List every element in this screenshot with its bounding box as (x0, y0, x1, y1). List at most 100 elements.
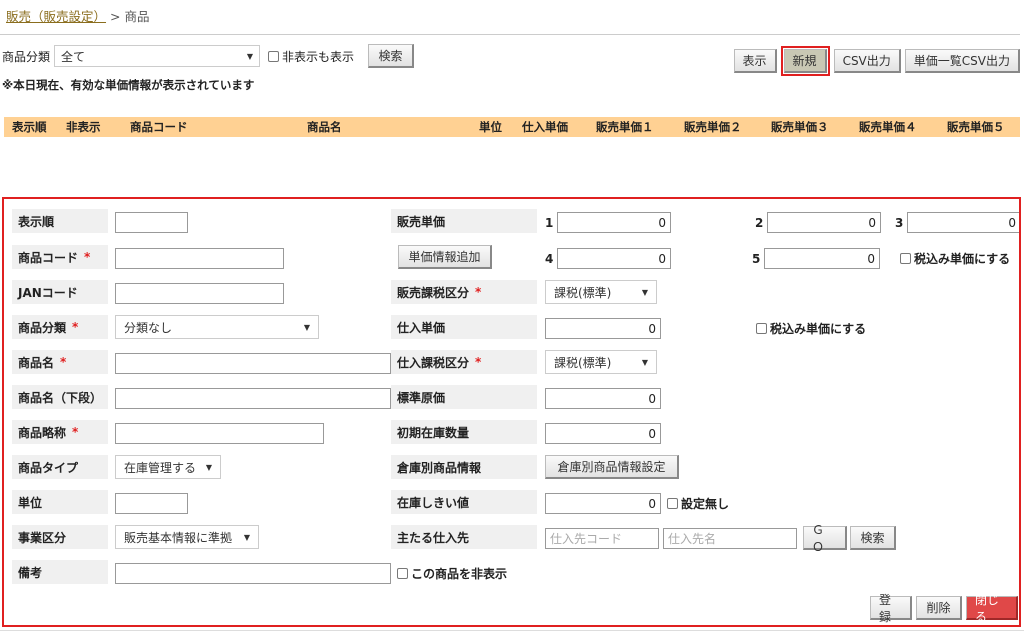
tax-in-purchase-checkbox[interactable]: 税込み単価にする (756, 318, 866, 339)
code-input[interactable] (115, 248, 284, 269)
chevron-down-icon: ▼ (205, 462, 212, 472)
delete-button[interactable]: 削除 (916, 596, 962, 620)
breadcrumb-current: 商品 (124, 9, 150, 24)
show-hidden-checkbox[interactable]: 非表示も表示 (268, 48, 354, 65)
supplier-search-button[interactable]: 検索 (850, 526, 896, 550)
unit-price-csv-button[interactable]: 単価一覧CSV出力 (904, 49, 1020, 73)
label-name: 商品名 * (12, 350, 108, 374)
label-memo: 備考 (12, 560, 108, 584)
table-header: 表示順 非表示 商品コード 商品名 単位 仕入単価 販売単価１ 販売単価２ 販売… (4, 117, 1020, 137)
label-name-sub: 商品名（下段） (12, 385, 108, 409)
breadcrumb: 販売（販売設定） > 商品 (6, 6, 149, 25)
stock-threshold-input[interactable]: 0 (545, 493, 661, 514)
category-filter-value: 全て (61, 49, 86, 64)
price-num-1: 1 (545, 215, 554, 230)
filter-bar: 商品分類 全て ▼ 非表示も表示 検索 (2, 44, 415, 68)
col-sale-price-3[interactable]: 販売単価３ (771, 119, 829, 135)
supplier-name-input[interactable]: 仕入先名 (663, 528, 797, 549)
std-cost-input[interactable]: 0 (545, 388, 661, 409)
category-select[interactable]: 分類なし ▼ (115, 315, 319, 339)
label-purchase-tax: 仕入課税区分 * (391, 350, 537, 374)
name-sub-input[interactable] (115, 388, 391, 409)
register-button[interactable]: 登録 (870, 593, 912, 624)
col-sale-price-5[interactable]: 販売単価５ (947, 119, 1005, 135)
label-division: 事業区分 (12, 525, 108, 549)
no-threshold-checkbox[interactable]: 設定無し (667, 493, 729, 514)
checkbox-icon (397, 568, 408, 579)
purchase-tax-select[interactable]: 課税(標準) ▼ (545, 350, 657, 374)
sale-price-2-input[interactable]: 0 (767, 212, 881, 233)
label-unit: 単位 (12, 490, 108, 514)
supplier-code-input[interactable]: 仕入先コード (545, 528, 659, 549)
breadcrumb-separator: > (106, 9, 125, 24)
new-button-highlight: 新規 (780, 46, 830, 76)
type-select[interactable]: 在庫管理する ▼ (115, 455, 221, 479)
show-hidden-label: 非表示も表示 (282, 49, 355, 64)
col-sale-price-2[interactable]: 販売単価２ (684, 119, 742, 135)
product-edit-panel: 表示順 商品コード * JANコード 商品分類 * 商品名 * 商品名（下段） 商品略… (2, 197, 1021, 627)
col-hidden[interactable]: 非表示 (66, 119, 101, 135)
chevron-down-icon: ▼ (303, 322, 310, 332)
col-name[interactable]: 商品名 (307, 119, 342, 135)
sale-price-5-input[interactable]: 0 (764, 248, 880, 269)
add-price-button[interactable]: 単価情報追加 (398, 245, 492, 269)
checkbox-icon (667, 498, 678, 509)
sale-tax-select[interactable]: 課税(標準) ▼ (545, 280, 657, 304)
chevron-down-icon: ▼ (243, 532, 250, 542)
division-select[interactable]: 販売基本情報に準拠 ▼ (115, 525, 259, 549)
sale-price-4-input[interactable]: 0 (557, 248, 671, 269)
label-short-name: 商品略称 * (12, 420, 108, 444)
label-warehouse: 倉庫別商品情報 (391, 455, 537, 479)
label-std-cost: 標準原価 (391, 385, 537, 409)
hide-product-checkbox[interactable]: この商品を非表示 (397, 563, 507, 584)
supplier-go-button[interactable]: ＧＯ (803, 523, 847, 554)
col-order[interactable]: 表示順 (12, 119, 47, 135)
filter-search-button[interactable]: 検索 (368, 44, 415, 68)
order-input[interactable] (115, 212, 188, 233)
col-purchase-price[interactable]: 仕入単価 (522, 119, 568, 135)
init-stock-input[interactable]: 0 (545, 423, 661, 444)
label-code: 商品コード * (12, 245, 108, 269)
chevron-down-icon: ▼ (641, 287, 648, 297)
close-button[interactable]: 閉じる (966, 593, 1018, 624)
price-num-2: 2 (755, 215, 764, 230)
label-category: 商品分類 * (12, 315, 108, 339)
divider (0, 34, 1020, 35)
csv-export-button[interactable]: CSV出力 (833, 49, 901, 73)
col-sale-price-1[interactable]: 販売単価１ (596, 119, 654, 135)
price-num-3: 3 (895, 215, 904, 230)
label-init-stock: 初期在庫数量 (391, 420, 537, 444)
price-num-5: 5 (752, 251, 761, 266)
toolbar: 表示 新規 CSV出力 単価一覧CSV出力 (733, 46, 1020, 76)
label-order: 表示順 (12, 209, 108, 233)
notice-text: ※本日現在、有効な単価情報が表示されています (2, 78, 255, 92)
display-button[interactable]: 表示 (733, 49, 777, 73)
col-unit[interactable]: 単位 (479, 119, 502, 135)
sale-price-1-input[interactable]: 0 (557, 212, 671, 233)
jan-input[interactable] (115, 283, 284, 304)
name-input[interactable] (115, 353, 391, 374)
new-button[interactable]: 新規 (783, 49, 827, 73)
unit-input[interactable] (115, 493, 188, 514)
memo-input[interactable] (115, 563, 391, 584)
breadcrumb-link-sales[interactable]: 販売（販売設定） (6, 9, 106, 24)
col-sale-price-4[interactable]: 販売単価４ (859, 119, 917, 135)
label-supplier: 主たる仕入先 (391, 525, 537, 549)
purchase-price-input[interactable]: 0 (545, 318, 661, 339)
label-purchase-price: 仕入単価 (391, 315, 537, 339)
label-jan: JANコード (12, 280, 108, 304)
checkbox-icon (268, 50, 280, 62)
chevron-down-icon: ▼ (246, 51, 254, 61)
tax-in-sale-checkbox[interactable]: 税込み単価にする (900, 248, 1010, 269)
label-type: 商品タイプ (12, 455, 108, 479)
checkbox-icon (900, 253, 911, 264)
category-filter-select[interactable]: 全て ▼ (54, 45, 261, 67)
label-sale-price: 販売単価 (391, 209, 537, 233)
sale-price-3-input[interactable]: 0 (907, 212, 1019, 233)
price-num-4: 4 (545, 251, 554, 266)
col-code[interactable]: 商品コード (130, 119, 188, 135)
short-name-input[interactable] (115, 423, 324, 444)
warehouse-setting-button[interactable]: 倉庫別商品情報設定 (545, 455, 679, 479)
label-stock-threshold: 在庫しきい値 (391, 490, 537, 514)
checkbox-icon (756, 323, 767, 334)
